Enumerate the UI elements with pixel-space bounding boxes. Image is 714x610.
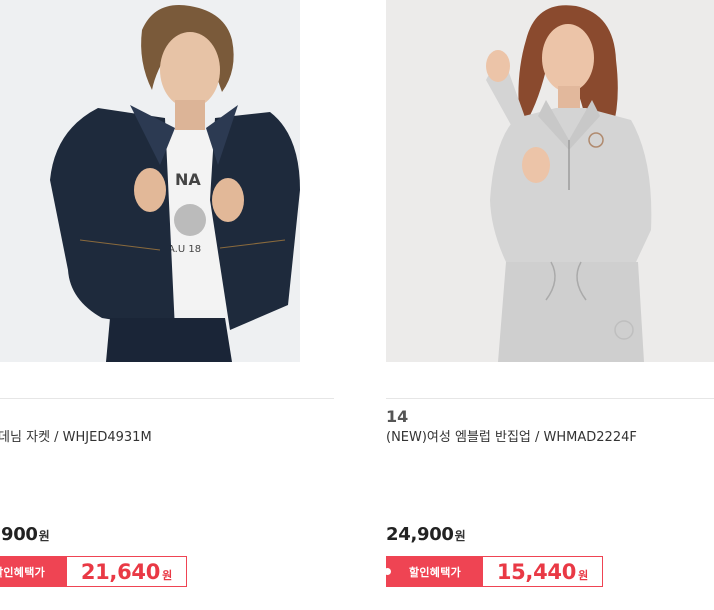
original-price: 34,900원 [0,524,50,547]
original-price-unit: 원 [454,529,466,543]
product-photo-grey-half-zip [386,0,714,362]
discount-price-box: 할인혜택가 15,440 원 [384,556,603,587]
discount-price-box: 할인혜택가 21,640원 [0,556,187,587]
discount-badge: 할인혜택가 [384,557,483,586]
discount-badge-label: 할인혜택가 [408,565,462,579]
discount-badge: 할인혜택가 [0,557,67,586]
discount-price-unit: 원 [162,568,173,582]
badge-notch [384,568,391,575]
product-image[interactable] [386,0,714,362]
discount-price-amount: 15,440 [496,559,577,584]
original-price-amount: 34,900 [0,524,38,545]
product-card[interactable]: 14 (NEW)여성 엠블럽 반집업 / WHMAD2224F 24,900원 … [384,0,714,610]
product-grid: NA A.U 18 13 남성 데님 자켓 / [0,0,714,610]
original-price-unit: 원 [38,529,50,543]
svg-text:NA: NA [175,170,201,189]
original-price-amount: 24,900 [386,524,454,545]
product-photo-denim-jacket: NA A.U 18 [0,0,300,362]
svg-text:A.U 18: A.U 18 [168,244,201,255]
discount-price: 21,640 원 [67,557,186,586]
product-card[interactable]: NA A.U 18 13 남성 데님 자켓 / [0,0,334,610]
rank-number: 14 [386,407,409,426]
original-price: 24,900원 [386,524,466,547]
card-divider [0,398,334,399]
discount-price-amount: 21,640 [80,559,161,584]
product-name-link[interactable]: 남성 데님 자켓 / WHJED4931M [0,429,300,447]
card-divider [386,398,714,399]
product-image[interactable]: NA A.U 18 [0,0,300,362]
discount-price-unit: 원 [578,568,589,582]
product-name-link[interactable]: (NEW)여성 엠블럽 반집업 / WHMAD2224F [386,429,714,447]
discount-price: 15,440 원 [483,557,602,586]
discount-badge-label: 할인혜택가 [0,565,46,579]
